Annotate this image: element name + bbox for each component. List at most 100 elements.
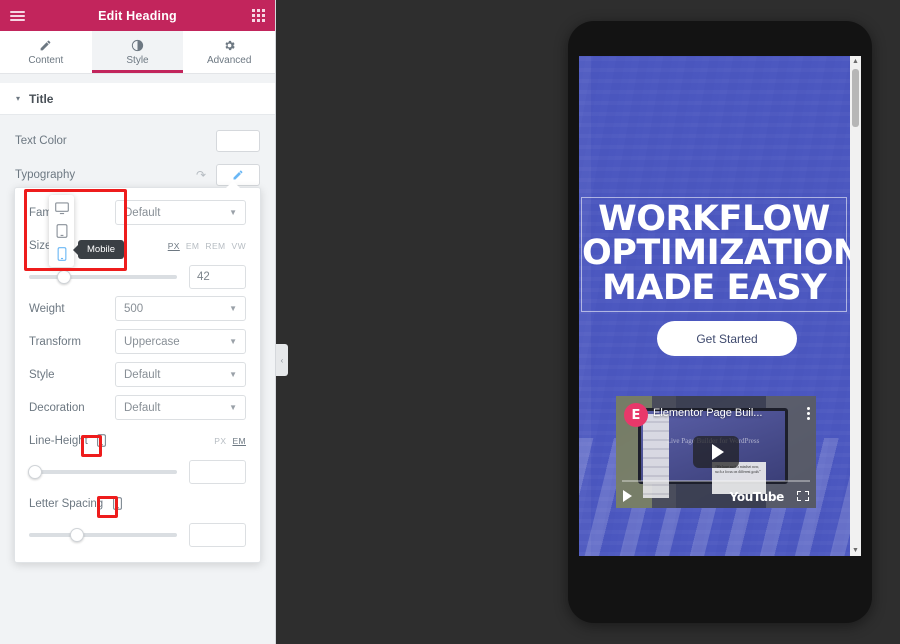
weight-label: Weight <box>29 302 65 315</box>
grid-icon[interactable] <box>252 9 265 22</box>
unit-rem[interactable]: REM <box>205 241 225 251</box>
transform-value: Uppercase <box>124 335 180 348</box>
line-height-slider[interactable] <box>28 465 177 479</box>
video-controls-bar: YouTube <box>616 478 816 508</box>
unit-px[interactable]: PX <box>214 436 226 446</box>
unit-em[interactable]: EM <box>186 241 200 251</box>
row-transform: Transform Uppercase ▼ <box>15 325 260 358</box>
size-units: PX EM REM VW <box>168 241 246 251</box>
size-input[interactable]: 42 <box>189 265 246 289</box>
panel-collapse-handle[interactable]: ‹ <box>276 344 288 376</box>
preview-screen: WORKFLOW OPTIMIZATION MADE EASY Get Star… <box>579 56 861 556</box>
style-value: Default <box>124 368 161 381</box>
decoration-label: Decoration <box>29 401 85 414</box>
tab-style-label: Style <box>126 55 149 66</box>
youtube-embed[interactable]: Live Page Builder for WordPress “We have… <box>616 396 816 508</box>
line-height-device-icon[interactable] <box>96 434 108 448</box>
control-text-color: Text Color <box>0 124 275 158</box>
contrast-icon <box>131 38 144 52</box>
row-letter-spacing: Letter Spacing <box>15 487 260 520</box>
pencil-edit-icon <box>233 170 243 180</box>
unit-vw[interactable]: VW <box>232 241 247 251</box>
play-button[interactable] <box>693 436 739 468</box>
device-switcher-dropdown <box>49 195 74 267</box>
line-height-slider-row <box>15 457 260 487</box>
text-color-swatch[interactable] <box>216 130 260 152</box>
desktop-icon[interactable] <box>54 200 70 216</box>
line-height-input[interactable] <box>189 460 246 484</box>
section-label: Title <box>29 91 54 106</box>
heading-selection-box[interactable]: WORKFLOW OPTIMIZATION MADE EASY <box>581 197 861 312</box>
weight-value: 500 <box>124 302 144 315</box>
panel-tabs: Content Style Advanced <box>0 31 275 74</box>
size-slider[interactable] <box>29 270 177 284</box>
preview-scrollbar[interactable]: ▲ ▼ <box>850 56 861 556</box>
style-select[interactable]: Default ▼ <box>115 362 246 387</box>
transform-label: Transform <box>29 335 81 348</box>
tab-advanced[interactable]: Advanced <box>183 31 275 73</box>
scroll-up-arrow[interactable]: ▲ <box>850 56 861 67</box>
hamburger-icon[interactable] <box>10 10 25 21</box>
chevron-down-icon: ▼ <box>229 304 237 313</box>
letter-spacing-slider-row <box>15 520 260 550</box>
text-color-label: Text Color <box>15 135 67 147</box>
scroll-down-arrow[interactable]: ▼ <box>850 545 861 556</box>
letter-spacing-input[interactable] <box>189 523 246 547</box>
row-weight: Weight 500 ▼ <box>15 292 260 325</box>
row-line-height: Line-Height PX EM <box>15 424 260 457</box>
chevron-down-icon: ▼ <box>229 403 237 412</box>
section-title-title[interactable]: ▾ Title <box>0 83 275 115</box>
tab-content[interactable]: Content <box>0 31 92 73</box>
decoration-select[interactable]: Default ▼ <box>115 395 246 420</box>
page-heading: WORKFLOW OPTIMIZATION MADE EASY <box>582 201 861 305</box>
chevron-down-icon: ▼ <box>229 370 237 379</box>
youtube-logo: YouTube <box>729 490 785 504</box>
reset-icon[interactable]: ↷ <box>196 168 206 182</box>
mobile-preview-frame: WORKFLOW OPTIMIZATION MADE EASY Get Star… <box>568 21 872 623</box>
device-tooltip: Mobile <box>73 240 124 259</box>
tablet-icon[interactable] <box>54 223 70 239</box>
avatar-letter: E <box>631 407 641 423</box>
progress-bar[interactable] <box>622 480 810 482</box>
letter-spacing-label: Letter Spacing <box>29 497 104 510</box>
style-label: Style <box>29 368 55 381</box>
pencil-icon <box>39 38 52 52</box>
tab-style[interactable]: Style <box>91 31 184 73</box>
scrollbar-thumb[interactable] <box>852 69 859 127</box>
size-slider-handle[interactable] <box>57 270 72 284</box>
panel-title: Edit Heading <box>98 8 177 23</box>
video-title[interactable]: Elementor Page Buil... <box>653 407 796 419</box>
letter-spacing-slider-handle[interactable] <box>70 528 85 542</box>
fullscreen-icon[interactable] <box>797 491 809 501</box>
row-decoration: Decoration Default ▼ <box>15 391 260 424</box>
chevron-down-icon: ▼ <box>229 337 237 346</box>
line-height-slider-handle[interactable] <box>28 465 42 479</box>
row-style: Style Default ▼ <box>15 358 260 391</box>
heading-line-2: OPTIMIZATION <box>582 233 861 274</box>
editor-panel: Edit Heading Content Style Advanced ▾ Ti… <box>0 0 276 644</box>
decoration-value: Default <box>124 401 161 414</box>
unit-px[interactable]: PX <box>168 241 180 251</box>
unit-em[interactable]: EM <box>232 436 246 446</box>
typography-label: Typography <box>15 169 76 181</box>
tab-advanced-label: Advanced <box>206 55 252 66</box>
gear-icon <box>223 38 236 52</box>
kebab-menu-icon[interactable] <box>807 407 810 420</box>
preview-page: WORKFLOW OPTIMIZATION MADE EASY Get Star… <box>579 56 861 556</box>
weight-select[interactable]: 500 ▼ <box>115 296 246 321</box>
small-play-icon[interactable] <box>623 490 632 502</box>
chevron-down-icon: ▾ <box>16 94 21 103</box>
play-triangle-icon <box>711 444 724 460</box>
mobile-icon[interactable] <box>54 246 70 262</box>
letter-spacing-slider[interactable] <box>29 528 177 542</box>
family-value: Default <box>124 206 161 219</box>
channel-avatar[interactable]: E <box>624 403 648 427</box>
letter-spacing-device-icon[interactable] <box>111 497 123 511</box>
family-select[interactable]: Default ▼ <box>115 200 246 225</box>
line-height-label: Line-Height <box>29 434 88 447</box>
line-height-units: PX EM <box>214 436 246 446</box>
transform-select[interactable]: Uppercase ▼ <box>115 329 246 354</box>
get-started-button[interactable]: Get Started <box>657 321 797 356</box>
tab-content-label: Content <box>28 55 64 66</box>
chevron-down-icon: ▼ <box>229 208 237 217</box>
